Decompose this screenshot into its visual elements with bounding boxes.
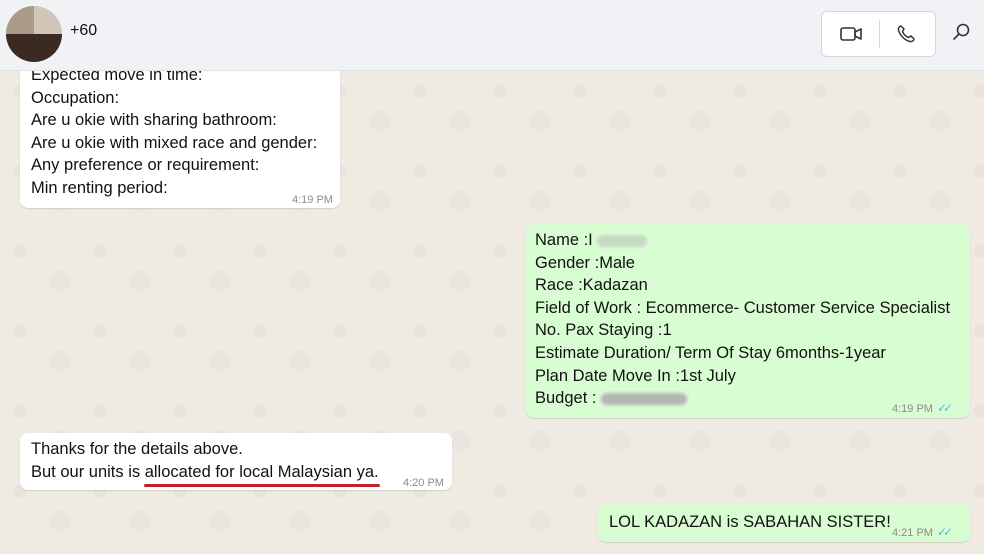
message-line: But our units is allocated for local Mal… <box>31 462 379 481</box>
search-button[interactable] <box>952 22 976 46</box>
read-receipt-icon: ✓✓ <box>936 525 953 539</box>
highlight-underline <box>144 484 380 487</box>
avatar[interactable] <box>6 6 62 62</box>
redacted-name <box>597 234 648 247</box>
message-line: Min renting period: <box>31 178 168 197</box>
phone-icon <box>897 25 915 43</box>
message-bubble-outgoing[interactable]: LOL KADAZAN is SABAHAN SISTER! 4:21 PM ✓✓ <box>598 504 970 542</box>
message-line: Estimate Duration/ Term Of Stay 6months-… <box>535 343 886 362</box>
message-line: Gender :Male <box>535 253 635 272</box>
message-line: Race :Kadazan <box>535 276 648 295</box>
divider <box>879 20 880 48</box>
message-line: Name :I <box>535 229 950 252</box>
message-line: Expected move in time: <box>31 71 203 84</box>
voice-call-button[interactable] <box>894 22 918 46</box>
message-line: Are u okie with mixed race and gender: <box>31 133 318 152</box>
search-icon <box>953 23 970 40</box>
message-list[interactable]: Expected move in time: Occupation: Are u… <box>0 71 984 554</box>
budget-text: Budget : <box>535 389 597 408</box>
message-line: Field of Work : Ecommerce- Customer Serv… <box>535 298 951 317</box>
message-timestamp: 4:19 PM ✓✓ <box>892 397 953 421</box>
message-line: Plan Date Move In :1st July <box>535 366 736 385</box>
message-timestamp: 4:19 PM <box>292 194 333 206</box>
chat-header: +60 <box>0 0 984 71</box>
message-line: Any preference or requirement: <box>31 156 260 175</box>
message-bubble-outgoing[interactable]: Name :I Gender :Male Race :Kadazan Field… <box>526 224 970 418</box>
message-line: Thanks for the details above. <box>31 440 243 458</box>
redacted-budget <box>601 392 688 405</box>
message-bubble-incoming[interactable]: Expected move in time: Occupation: Are u… <box>20 71 340 208</box>
name-text: Name :I <box>535 231 593 249</box>
call-button-group <box>821 11 936 57</box>
contact-name[interactable]: +60 <box>70 22 97 40</box>
message-time: 4:21 PM <box>892 527 933 539</box>
read-receipt-icon: ✓✓ <box>936 401 953 415</box>
video-camera-icon <box>840 27 862 41</box>
message-line: No. Pax Staying :1 <box>535 321 672 340</box>
message-line: LOL KADAZAN is SABAHAN SISTER! <box>609 513 891 531</box>
message-timestamp: 4:21 PM ✓✓ <box>892 521 953 545</box>
message-line: Occupation: <box>31 88 120 107</box>
message-timestamp: 4:20 PM <box>403 477 444 489</box>
message-time: 4:19 PM <box>892 403 933 415</box>
message-bubble-incoming[interactable]: Thanks for the details above. But our un… <box>20 433 452 490</box>
message-line: Are u okie with sharing bathroom: <box>31 111 277 130</box>
message-line: Budget : <box>535 387 950 410</box>
video-call-button[interactable] <box>839 22 863 46</box>
